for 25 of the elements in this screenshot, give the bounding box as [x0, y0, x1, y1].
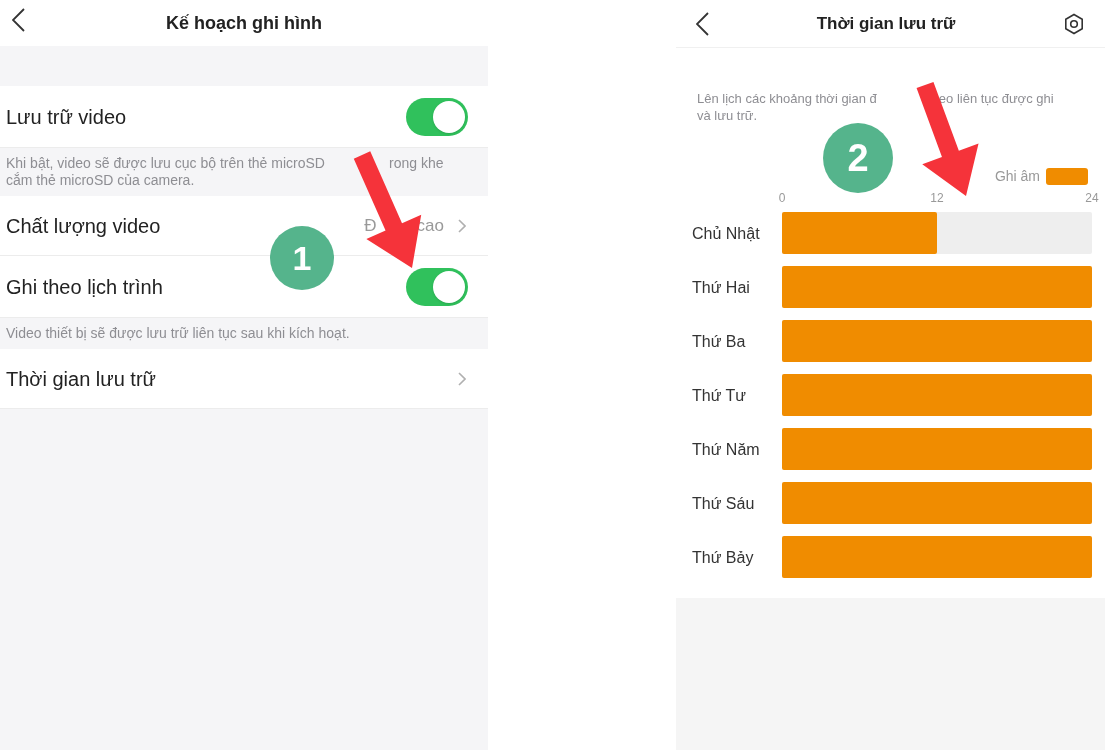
screen-title: Thời gian lưu trữ — [816, 12, 956, 35]
day-label: Thứ Năm — [692, 441, 760, 458]
axis-tick: 0 — [778, 191, 786, 205]
screen-title: Kế hoạch ghi hình — [166, 11, 322, 35]
row-label: Chất lượng video — [6, 213, 161, 239]
axis-tick: 12 — [930, 191, 944, 205]
description-text: eo liên tục được ghi — [938, 90, 1054, 107]
day-label: Thứ Ba — [692, 333, 746, 350]
day-label: Thứ Tư — [692, 387, 747, 404]
day-label: Thứ Bảy — [692, 549, 754, 566]
day-label: Thứ Sáu — [692, 495, 755, 512]
row-value: Đ — [364, 214, 377, 237]
day-label: Thứ Hai — [692, 279, 750, 296]
row-label: Ghi theo lịch trình — [6, 274, 163, 300]
description-text: và lưu trữ. — [697, 107, 758, 124]
legend-label: Ghi âm — [994, 168, 1040, 184]
description-text: Lên lịch các khoảng thời gian đ — [697, 90, 877, 107]
hint-text: rong khe — [388, 155, 444, 172]
row-label: Thời gian lưu trữ — [6, 366, 156, 392]
hint-text: cắm thẻ microSD của camera. — [6, 172, 195, 189]
day-label: Chủ Nhật — [692, 225, 760, 242]
hint-text: Khi bật, video sẽ được lưu cục bộ trên thẻ microSD — [6, 155, 325, 172]
row-label: Lưu trữ video — [6, 104, 127, 130]
axis-tick: 24 — [1085, 191, 1099, 205]
hint-text: Video thiết bị sẽ được lưu trữ liên tục sau khi kích hoạt. — [6, 325, 350, 342]
